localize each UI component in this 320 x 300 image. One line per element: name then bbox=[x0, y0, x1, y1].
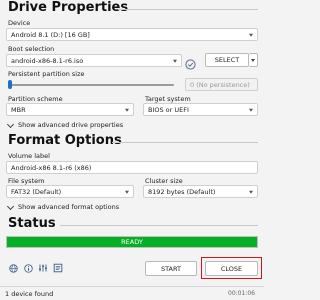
advanced-format-toggle[interactable]: Show advanced format options bbox=[6, 202, 120, 211]
volume-label-value: Android-x86 8.1-r6 (x86) bbox=[11, 163, 92, 172]
elapsed-timer: 00:01:06 bbox=[228, 290, 255, 297]
start-button[interactable]: START bbox=[145, 261, 197, 276]
partition-scheme-dropdown[interactable]: MBR bbox=[6, 103, 134, 116]
chevron-down-icon bbox=[125, 108, 129, 112]
cluster-size-value: 8192 bytes (Default) bbox=[148, 187, 216, 196]
cluster-size-dropdown[interactable]: 8192 bytes (Default) bbox=[143, 185, 258, 198]
devices-found-text: 1 device found bbox=[5, 290, 54, 298]
advanced-format-toggle-label: Show advanced format options bbox=[18, 203, 120, 211]
persistent-slider-thumb[interactable] bbox=[8, 80, 12, 89]
volume-label-label: Volume label bbox=[8, 152, 50, 160]
chevron-down-icon bbox=[173, 59, 177, 63]
device-value: Android 8.1 (D:) [16 GB] bbox=[11, 30, 90, 39]
progress-bar: READY bbox=[6, 236, 258, 248]
format-options-heading: Format Options bbox=[8, 133, 122, 148]
settings-icon[interactable] bbox=[38, 263, 48, 273]
persistent-label: Persistent partition size bbox=[8, 70, 85, 78]
drive-properties-heading: Drive Properties bbox=[8, 0, 129, 15]
cluster-size-label: Cluster size bbox=[145, 177, 183, 185]
info-icon[interactable] bbox=[23, 263, 33, 273]
boot-selection-label: Boot selection bbox=[8, 45, 55, 53]
chevron-down-icon bbox=[251, 58, 255, 62]
section-divider bbox=[112, 142, 258, 143]
target-system-label: Target system bbox=[145, 95, 191, 103]
boot-selection-value: android-x86-8.1-r6.iso bbox=[11, 56, 84, 65]
globe-icon[interactable] bbox=[8, 263, 18, 273]
log-icon[interactable] bbox=[53, 263, 63, 273]
chevron-down-icon bbox=[6, 202, 15, 210]
chevron-down-icon bbox=[249, 190, 253, 194]
select-button[interactable]: SELECT bbox=[205, 53, 249, 67]
boot-selection-dropdown[interactable]: android-x86-8.1-r6.iso bbox=[6, 54, 182, 67]
select-dropdown-button[interactable] bbox=[249, 53, 258, 67]
persistent-slider-track[interactable] bbox=[8, 84, 174, 86]
status-heading: Status bbox=[8, 216, 56, 231]
partition-scheme-value: MBR bbox=[11, 105, 26, 114]
section-divider bbox=[60, 225, 258, 226]
persistent-size-value: 0 (No persistence) bbox=[190, 80, 250, 89]
device-dropdown[interactable]: Android 8.1 (D:) [16 GB] bbox=[6, 28, 258, 41]
chevron-down-icon bbox=[249, 33, 253, 37]
chevron-down-icon bbox=[125, 190, 129, 194]
check-icon[interactable] bbox=[185, 55, 196, 70]
device-label: Device bbox=[8, 19, 31, 27]
persistent-size-field: 0 (No persistence) bbox=[185, 78, 258, 91]
status-bar-divider bbox=[0, 286, 264, 287]
chevron-down-icon bbox=[6, 120, 15, 128]
close-button[interactable]: CLOSE bbox=[205, 261, 258, 276]
progress-text: READY bbox=[121, 238, 143, 246]
file-system-dropdown[interactable]: FAT32 (Default) bbox=[6, 185, 134, 198]
advanced-drive-toggle-label: Show advanced drive properties bbox=[18, 121, 124, 129]
target-system-dropdown[interactable]: BIOS or UEFI bbox=[143, 103, 258, 116]
partition-scheme-label: Partition scheme bbox=[8, 95, 63, 103]
chevron-down-icon bbox=[249, 108, 253, 112]
file-system-label: File system bbox=[8, 177, 45, 185]
target-system-value: BIOS or UEFI bbox=[148, 105, 189, 114]
advanced-drive-toggle[interactable]: Show advanced drive properties bbox=[6, 120, 124, 129]
section-divider bbox=[118, 9, 258, 10]
file-system-value: FAT32 (Default) bbox=[11, 187, 62, 196]
volume-label-input[interactable]: Android-x86 8.1-r6 (x86) bbox=[6, 161, 258, 174]
